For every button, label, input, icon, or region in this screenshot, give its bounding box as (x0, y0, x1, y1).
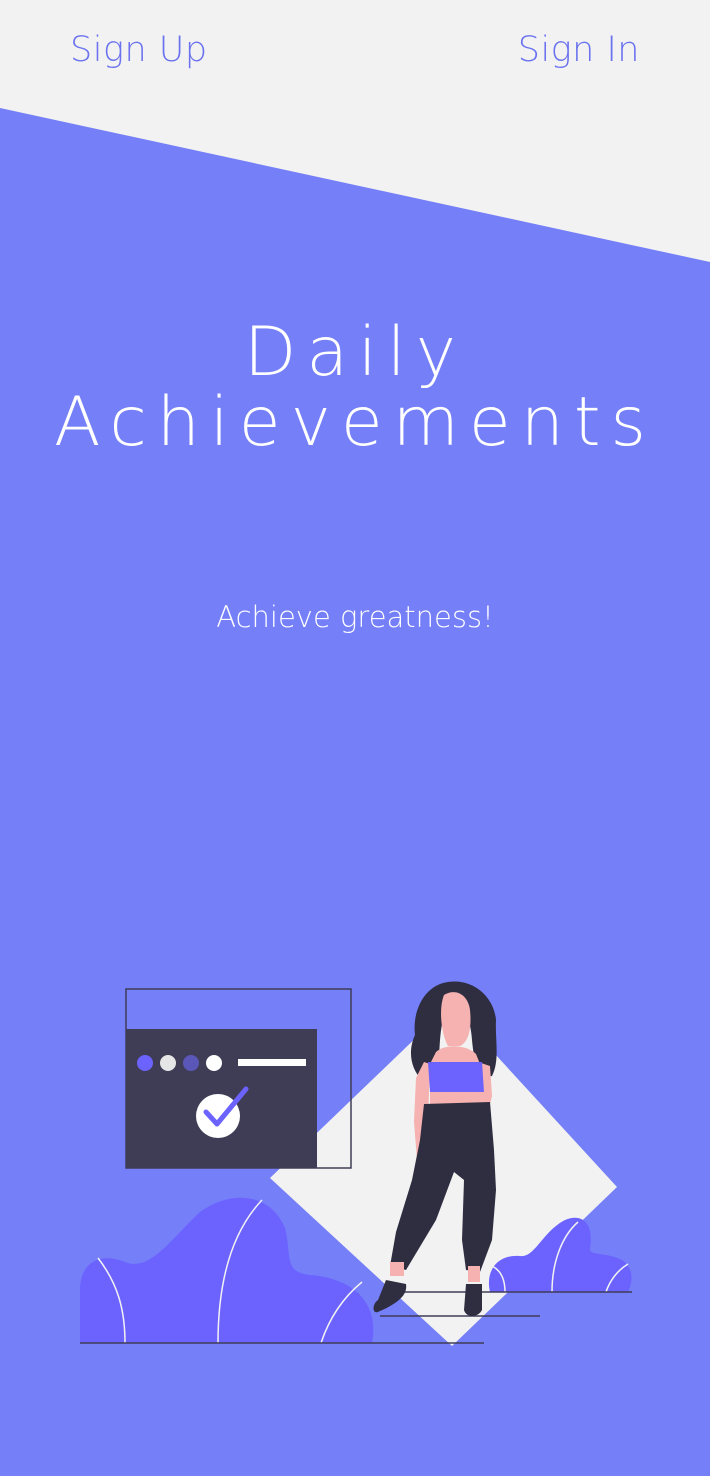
window-dot-2 (160, 1055, 176, 1071)
window-dot-1 (137, 1055, 153, 1071)
window-dot-4 (206, 1055, 222, 1071)
woman-with-checklist-window-illustration (80, 981, 632, 1346)
window-dot-3 (183, 1055, 199, 1071)
window-line (238, 1059, 306, 1066)
